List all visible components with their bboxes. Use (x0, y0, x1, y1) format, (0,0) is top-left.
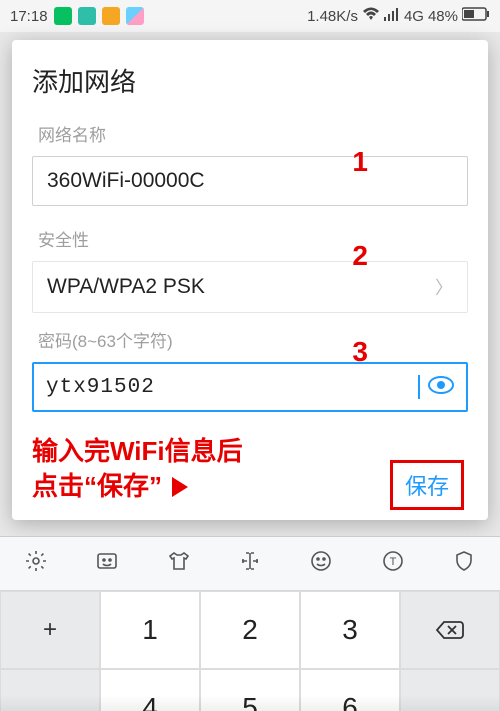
annotation-3: 3 (352, 336, 368, 368)
shield-icon[interactable] (452, 549, 476, 579)
net-type: 4G (404, 8, 424, 25)
smile-icon[interactable] (309, 549, 333, 579)
key-5[interactable]: 5 (200, 669, 300, 711)
key-backspace[interactable] (400, 591, 500, 669)
eye-icon[interactable] (428, 374, 454, 400)
add-network-dialog: 添加网络 网络名称 安全性 WPA/WPA2 PSK 〉 密码(8~63个字符)… (12, 40, 488, 520)
dialog-title: 添加网络 (32, 62, 468, 99)
security-select[interactable]: WPA/WPA2 PSK 〉 (32, 261, 468, 313)
save-button[interactable]: 保存 (390, 460, 464, 510)
status-bar: 17:18 1.48K/s 4G 48% (0, 0, 500, 32)
signal-icon (384, 7, 400, 25)
keyboard-toolbar: T (0, 537, 500, 591)
wifi-icon (362, 7, 380, 25)
emoji-keyboard-icon[interactable] (95, 549, 119, 579)
password-label: 密码(8~63个字符) (38, 327, 462, 352)
notif-icon-app2 (78, 7, 96, 25)
key-minus[interactable] (0, 669, 100, 711)
notif-icon-app3 (102, 7, 120, 25)
status-left: 17:18 (10, 7, 144, 25)
security-label: 安全性 (38, 226, 462, 251)
key-6[interactable]: 6 (300, 669, 400, 711)
gear-icon[interactable] (24, 549, 48, 579)
key-1[interactable]: 1 (100, 591, 200, 669)
key-4[interactable]: 4 (100, 669, 200, 711)
text-mode-icon[interactable]: T (381, 549, 405, 579)
chevron-down-icon: 〉 (435, 274, 453, 300)
key-3[interactable]: 3 (300, 591, 400, 669)
key-plus[interactable]: + (0, 591, 100, 669)
keyboard-row-1: + 1 2 3 (0, 591, 500, 669)
status-right: 1.48K/s 4G 48% (307, 7, 490, 25)
annotation-line1: 输入完WiFi信息后 (32, 434, 243, 469)
key-2[interactable]: 2 (200, 591, 300, 669)
annotation-2: 2 (352, 240, 368, 272)
cursor-icon[interactable] (238, 549, 262, 579)
network-name-input[interactable] (32, 156, 468, 206)
password-field-wrap[interactable] (32, 362, 468, 412)
notif-icon-wechat (54, 7, 72, 25)
annotation-line2-row: 点击“保存” (32, 469, 243, 504)
security-value: WPA/WPA2 PSK (47, 275, 205, 299)
annotation-1: 1 (352, 146, 368, 178)
keyboard-row-2: 4 5 6 (0, 669, 500, 711)
key-blank[interactable] (400, 669, 500, 711)
password-input[interactable] (46, 376, 410, 399)
shirt-icon[interactable] (167, 549, 191, 579)
text-caret (418, 375, 420, 399)
notif-icon-app4 (126, 7, 144, 25)
battery-icon (462, 7, 490, 25)
battery-pct: 48% (428, 8, 458, 25)
network-name-label: 网络名称 (38, 121, 462, 146)
svg-text:T: T (389, 556, 396, 568)
clock: 17:18 (10, 8, 48, 25)
net-speed: 1.48K/s (307, 8, 358, 25)
triangle-right-icon (172, 477, 188, 497)
soft-keyboard: T + 1 2 3 4 5 6 (0, 536, 500, 711)
annotation-instructions: 输入完WiFi信息后 点击“保存” (32, 434, 243, 504)
annotation-line2: 点击“保存” (32, 469, 162, 504)
